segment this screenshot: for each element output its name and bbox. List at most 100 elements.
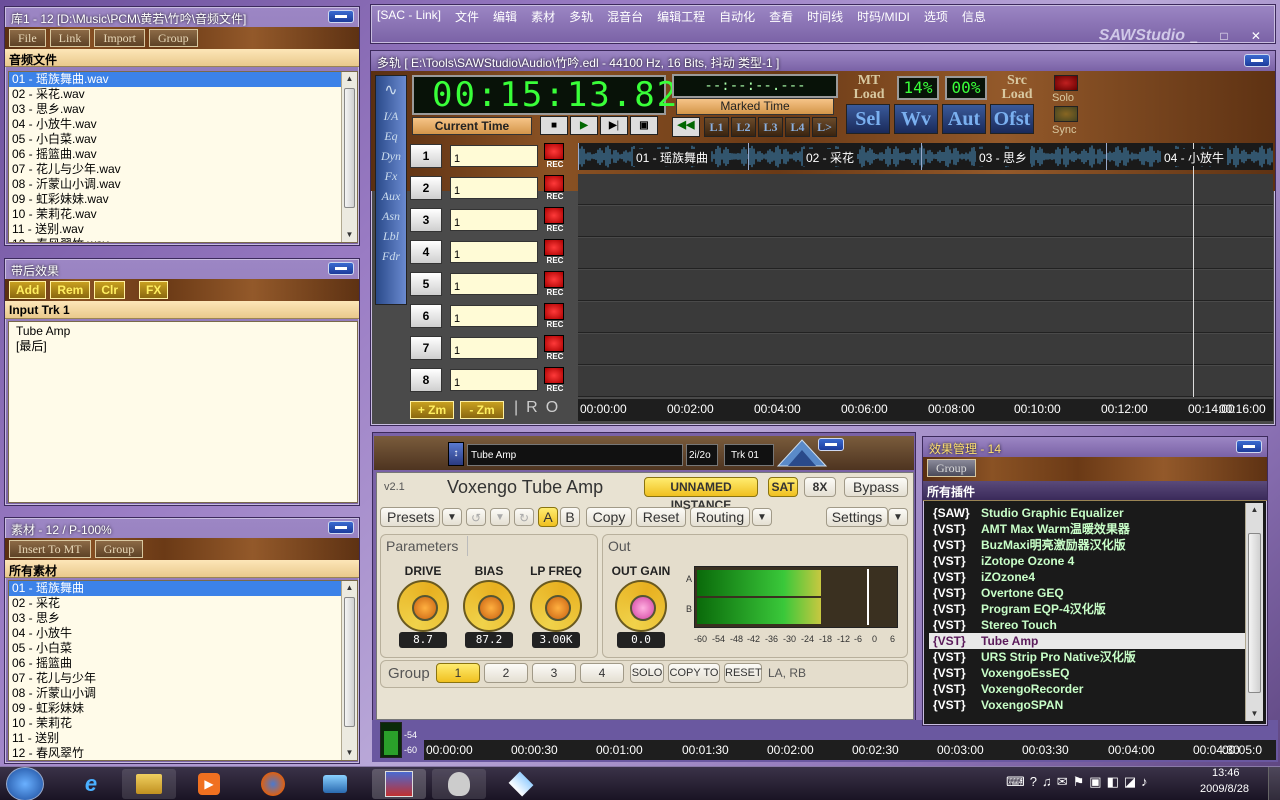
- material-list[interactable]: 01 - 瑶族舞曲 02 - 采花 03 - 思乡 04 - 小放牛 05 - 小白菜 0…: [8, 580, 358, 761]
- post-fx-item[interactable]: [最后]: [13, 339, 353, 354]
- loop-button[interactable]: L2: [731, 117, 756, 137]
- library-file-item[interactable]: 08 - 沂蒙山小调.wav: [9, 177, 357, 192]
- view-mode-button[interactable]: Sel: [846, 104, 890, 134]
- plugin-list-item[interactable]: {VST} VoxengoSPAN: [929, 697, 1247, 713]
- library-file-item[interactable]: 09 - 虹彩妹妹.wav: [9, 192, 357, 207]
- view-mode-button[interactable]: Aut: [942, 104, 986, 134]
- menu-item[interactable]: 查看: [769, 8, 793, 24]
- sawstudio-task-icon[interactable]: [372, 769, 426, 799]
- track-record-button[interactable]: REC: [544, 303, 566, 329]
- fx-fx-button[interactable]: FX: [139, 281, 169, 299]
- track-record-button[interactable]: REC: [544, 271, 566, 297]
- zoom-out-button[interactable]: - Zm: [460, 401, 504, 419]
- library-minimize-button[interactable]: [328, 10, 354, 23]
- library-file-item[interactable]: 02 - 采花.wav: [9, 87, 357, 102]
- material-item[interactable]: 04 - 小放牛: [9, 626, 357, 641]
- track-lane[interactable]: [578, 270, 1273, 301]
- solo-indicator[interactable]: [1054, 75, 1078, 91]
- material-item[interactable]: 11 - 送别: [9, 731, 357, 746]
- copy-to-button[interactable]: COPY TO: [668, 663, 720, 683]
- menu-item[interactable]: 编辑工程: [657, 8, 705, 24]
- cubes-icon[interactable]: [494, 769, 548, 799]
- alien-icon[interactable]: [432, 769, 486, 799]
- loop-button[interactable]: L1: [704, 117, 729, 137]
- material-group-button[interactable]: Group: [94, 540, 144, 558]
- lp-freq-knob[interactable]: [530, 580, 582, 632]
- menu-item[interactable]: 时间线: [807, 8, 843, 24]
- play-button[interactable]: ▶: [570, 116, 598, 135]
- side-view-button[interactable]: Lbl: [376, 226, 406, 246]
- library-import-button[interactable]: Import: [94, 29, 146, 47]
- material-item[interactable]: 12 - 春风翠竹: [9, 746, 357, 760]
- track-lane[interactable]: [578, 206, 1273, 237]
- track-record-button[interactable]: REC: [544, 239, 566, 265]
- library-file-item[interactable]: 05 - 小白菜.wav: [9, 132, 357, 147]
- library-file-item[interactable]: 07 - 花儿与少年.wav: [9, 162, 357, 177]
- group-3-button[interactable]: 3: [532, 663, 576, 683]
- stack-icon[interactable]: [308, 769, 362, 799]
- oversample-button[interactable]: 8X: [804, 477, 836, 497]
- presets-button[interactable]: Presets: [380, 507, 440, 527]
- post-fx-list[interactable]: Tube Amp [最后]: [8, 321, 358, 503]
- redo-dropdown-icon[interactable]: ▼: [490, 508, 510, 526]
- media-player-icon[interactable]: ▶: [182, 769, 236, 799]
- track-number-button[interactable]: 1: [410, 144, 442, 168]
- ruler-tools[interactable]: |RO: [510, 399, 576, 423]
- preset-b-button[interactable]: B: [560, 507, 580, 527]
- track-number-button[interactable]: 7: [410, 336, 442, 360]
- plugin-name-field[interactable]: Tube Amp: [467, 444, 683, 466]
- track-number-button[interactable]: 2: [410, 176, 442, 200]
- plugin-list-item[interactable]: {SAW} Studio Graphic Equalizer: [929, 505, 1247, 521]
- track-record-button[interactable]: REC: [544, 175, 566, 201]
- material-item[interactable]: 01 - 瑶族舞曲: [9, 581, 357, 596]
- track-record-button[interactable]: REC: [544, 143, 566, 169]
- plugin-list-item[interactable]: {VST} Program EQP-4汉化版: [929, 601, 1247, 617]
- track-number-button[interactable]: 3: [410, 208, 442, 232]
- fx-add-button[interactable]: Add: [9, 281, 47, 299]
- routing-dropdown-icon[interactable]: ▼: [752, 508, 772, 526]
- bottom-timeline-ruler[interactable]: 00:00:00 00:00:30 00:01:00 00:01:30 00:02:00…: [424, 740, 1276, 760]
- menu-item[interactable]: 文件: [455, 8, 479, 24]
- scroll-down-icon[interactable]: ▼: [342, 228, 357, 242]
- library-file-item[interactable]: 01 - 瑶族舞曲.wav: [9, 72, 357, 87]
- menu-item[interactable]: 混音台: [607, 8, 643, 24]
- track-name-field[interactable]: 1: [450, 337, 538, 359]
- bias-knob[interactable]: [463, 580, 515, 632]
- loop-button[interactable]: L3: [758, 117, 783, 137]
- menu-item[interactable]: 选项: [924, 8, 948, 24]
- view-mode-button[interactable]: Ofst: [990, 104, 1034, 134]
- menu-item[interactable]: 素材: [531, 8, 555, 24]
- show-desktop-button[interactable]: [1268, 767, 1280, 800]
- track-lane[interactable]: [578, 238, 1273, 269]
- library-file-list[interactable]: 01 - 瑶族舞曲.wav 02 - 采花.wav 03 - 思乡.wav 04 - …: [8, 71, 358, 243]
- track-lane[interactable]: [578, 302, 1273, 333]
- material-item[interactable]: 08 - 沂蒙山小调: [9, 686, 357, 701]
- sync-indicator[interactable]: [1054, 106, 1078, 122]
- scroll-thumb[interactable]: [344, 88, 355, 208]
- library-file-button[interactable]: File: [9, 29, 46, 47]
- bypass-button[interactable]: Bypass: [844, 477, 908, 497]
- track-record-button[interactable]: REC: [544, 367, 566, 393]
- library-file-item[interactable]: 12 - 春风翠竹.wav: [9, 237, 357, 242]
- material-minimize-button[interactable]: [328, 521, 354, 534]
- track-number-button[interactable]: 6: [410, 304, 442, 328]
- menu-item[interactable]: 编辑: [493, 8, 517, 24]
- insert-to-mt-button[interactable]: Insert To MT: [9, 540, 91, 558]
- fx-remove-button[interactable]: Rem: [50, 281, 91, 299]
- menu-item[interactable]: 信息: [962, 8, 986, 24]
- solo-button[interactable]: SOLO: [630, 663, 664, 683]
- presets-dropdown-icon[interactable]: ▼: [442, 508, 462, 526]
- plugin-list-item[interactable]: {VST} URS Strip Pro Native汉化版: [929, 649, 1247, 665]
- track-number-button[interactable]: 4: [410, 240, 442, 264]
- menu-item[interactable]: 时码/MIDI: [857, 8, 910, 24]
- library-scrollbar[interactable]: ▲ ▼: [341, 72, 357, 242]
- group-2-button[interactable]: 2: [484, 663, 528, 683]
- library-link-button[interactable]: Link: [49, 29, 91, 47]
- audio-clip-label[interactable]: 01 - 瑶族舞曲: [633, 149, 712, 166]
- loop-button[interactable]: L4: [785, 117, 810, 137]
- track-lane[interactable]: [578, 174, 1273, 205]
- fx-manager-minimize-button[interactable]: [1236, 440, 1262, 453]
- side-view-button[interactable]: Aux: [376, 186, 406, 206]
- track-name-field[interactable]: 1: [450, 369, 538, 391]
- plugin-list-item[interactable]: {VST} BuzMaxi明亮激励器汉化版: [929, 537, 1247, 553]
